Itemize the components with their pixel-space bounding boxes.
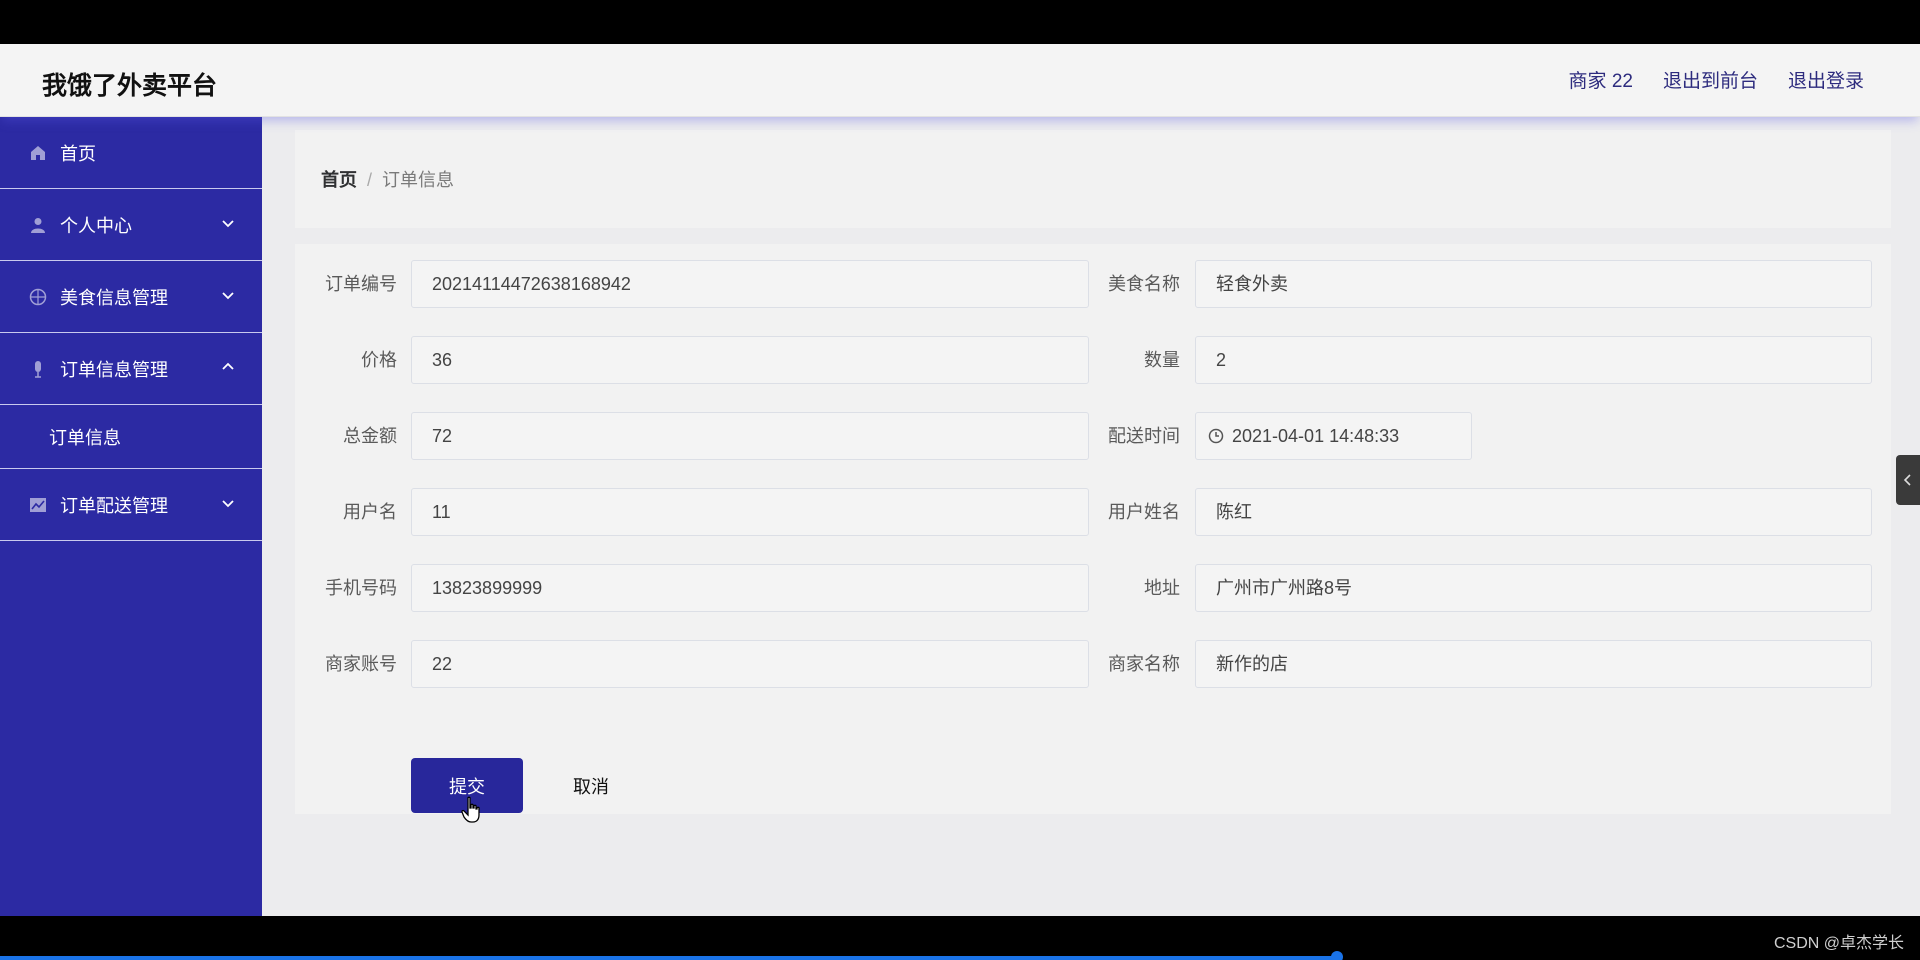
quantity-field[interactable]: 2 xyxy=(1195,336,1872,384)
side-panel-toggle[interactable] xyxy=(1896,455,1920,505)
merchant-account-field[interactable]: 22 xyxy=(411,640,1089,688)
form-row: 订单编号 20214114472638168942 美食名称 轻食外卖 xyxy=(295,260,1891,308)
breadcrumb-panel: 首页 / 订单信息 xyxy=(295,130,1891,228)
form-row: 价格 36 数量 2 xyxy=(295,336,1891,384)
price-label: 价格 xyxy=(361,350,397,370)
merchant-name-label: 商家名称 xyxy=(1108,654,1180,674)
address-label: 地址 xyxy=(1144,578,1180,598)
sidebar-item-personal-center[interactable]: 个人中心 xyxy=(0,189,262,261)
clock-icon xyxy=(1208,428,1224,444)
form-row: 手机号码 13823899999 地址 广州市广州路8号 xyxy=(295,564,1891,612)
aperture-icon xyxy=(28,287,48,307)
sidebar: 首页 个人中心 美食信息管理 订单信息管理 订单信息 订单配送管理 xyxy=(0,117,262,916)
order-number-field[interactable]: 20214114472638168942 xyxy=(411,260,1089,308)
sidebar-item-label: 订单配送管理 xyxy=(60,495,168,516)
sidebar-subitem-order-info[interactable]: 订单信息 xyxy=(0,405,262,469)
breadcrumb: 首页 / 订单信息 xyxy=(321,166,454,192)
breadcrumb-home[interactable]: 首页 xyxy=(321,170,357,190)
form-row: 总金额 72 配送时间 2021-04-01 14:48:33 xyxy=(295,412,1891,460)
user-icon xyxy=(28,215,48,235)
chevron-down-icon xyxy=(222,500,234,508)
sidebar-item-home[interactable]: 首页 xyxy=(0,117,262,189)
order-form: 订单编号 20214114472638168942 美食名称 轻食外卖 价格 3… xyxy=(295,244,1891,814)
logout-link[interactable]: 退出登录 xyxy=(1788,66,1864,93)
top-header: 我饿了外卖平台 商家 22 退出到前台 退出登录 xyxy=(0,44,1920,117)
video-top-letterbox xyxy=(0,0,1920,44)
delivery-time-label: 配送时间 xyxy=(1108,426,1180,446)
chevron-up-icon xyxy=(222,362,234,370)
quantity-label: 数量 xyxy=(1144,350,1180,370)
sidebar-item-label: 个人中心 xyxy=(60,215,132,236)
form-row: 商家账号 22 商家名称 新作的店 xyxy=(295,640,1891,688)
user-realname-label: 用户姓名 xyxy=(1108,502,1180,522)
video-progress-handle[interactable] xyxy=(1331,951,1343,960)
cancel-button[interactable]: 取消 xyxy=(541,758,641,813)
chevron-down-icon xyxy=(222,292,234,300)
sidebar-item-label: 首页 xyxy=(60,143,96,164)
merchant-account-link[interactable]: 商家 22 xyxy=(1569,66,1633,93)
brand-title: 我饿了外卖平台 xyxy=(42,72,218,100)
total-amount-field[interactable]: 72 xyxy=(411,412,1089,460)
sidebar-item-label: 订单信息管理 xyxy=(60,359,168,380)
video-bottom-bar xyxy=(0,916,1920,960)
username-field[interactable]: 11 xyxy=(411,488,1089,536)
address-field[interactable]: 广州市广州路8号 xyxy=(1195,564,1872,612)
username-label: 用户名 xyxy=(343,502,397,522)
form-row: 用户名 11 用户姓名 陈红 xyxy=(295,488,1891,536)
price-field[interactable]: 36 xyxy=(411,336,1089,384)
header-links: 商家 22 退出到前台 退出登录 xyxy=(1569,66,1864,93)
chart-icon xyxy=(28,495,48,515)
sidebar-item-order-management[interactable]: 订单信息管理 xyxy=(0,333,262,405)
breadcrumb-current: 订单信息 xyxy=(382,170,455,190)
chevron-left-icon xyxy=(1903,474,1911,486)
food-name-field[interactable]: 轻食外卖 xyxy=(1195,260,1872,308)
home-icon xyxy=(28,143,48,163)
video-progress-bar[interactable] xyxy=(0,956,1337,960)
exit-to-frontend-link[interactable]: 退出到前台 xyxy=(1663,66,1758,93)
user-realname-field[interactable]: 陈红 xyxy=(1195,488,1872,536)
sidebar-item-label: 美食信息管理 xyxy=(60,287,168,308)
merchant-account-label: 商家账号 xyxy=(325,654,397,674)
phone-label: 手机号码 xyxy=(325,578,397,598)
sidebar-item-food-management[interactable]: 美食信息管理 xyxy=(0,261,262,333)
phone-field[interactable]: 13823899999 xyxy=(411,564,1089,612)
microphone-icon xyxy=(28,359,48,379)
chevron-down-icon xyxy=(222,220,234,228)
app-window: 我饿了外卖平台 商家 22 退出到前台 退出登录 首页 个人中心 美食信息管理 xyxy=(0,44,1920,916)
delivery-time-picker[interactable]: 2021-04-01 14:48:33 xyxy=(1195,412,1472,460)
merchant-name-field[interactable]: 新作的店 xyxy=(1195,640,1872,688)
delivery-time-value: 2021-04-01 14:48:33 xyxy=(1232,426,1400,446)
breadcrumb-separator: / xyxy=(367,170,373,190)
hand-cursor-icon xyxy=(461,796,480,823)
total-amount-label: 总金额 xyxy=(343,426,397,446)
watermark-text: CSDN @卓杰学长 xyxy=(1773,935,1904,952)
sidebar-item-delivery-management[interactable]: 订单配送管理 xyxy=(0,469,262,541)
order-number-label: 订单编号 xyxy=(325,274,397,294)
food-name-label: 美食名称 xyxy=(1108,274,1180,294)
